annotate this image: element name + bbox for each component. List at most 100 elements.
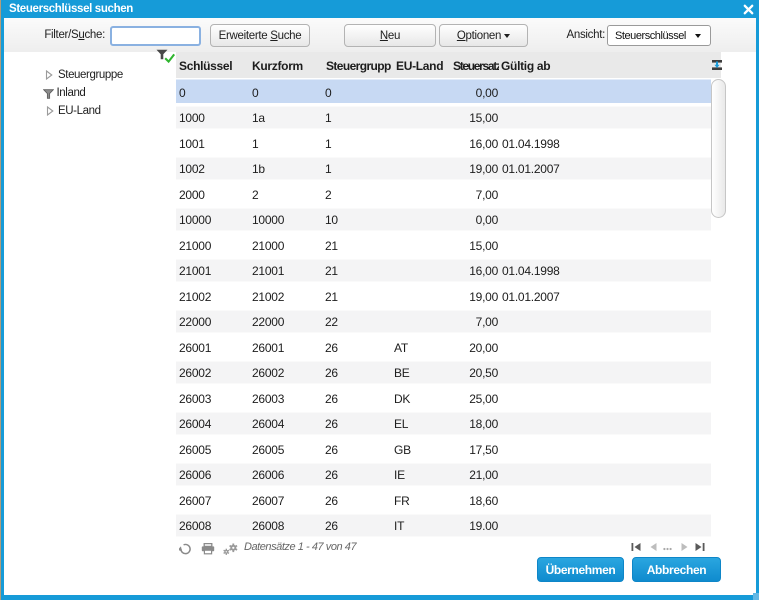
refresh-icon[interactable] bbox=[179, 543, 192, 555]
table-cell: 1 bbox=[325, 111, 332, 125]
table-row[interactable]: 26002 26002 26 BE 20,50 bbox=[176, 358, 711, 384]
table-cell: 22000 bbox=[179, 315, 212, 329]
table-cell: 0 bbox=[325, 85, 332, 100]
collapsed-triangle-icon[interactable] bbox=[45, 70, 53, 80]
titlebar: Steuerschlüssel suchen bbox=[1, 0, 759, 18]
table-row[interactable]: 26005 26005 26 GB 17,50 bbox=[176, 435, 711, 461]
column-header-eu-land[interactable]: EU-Land bbox=[396, 59, 448, 73]
table-cell: 19.00 bbox=[469, 519, 498, 533]
resize-grip[interactable] bbox=[752, 593, 759, 600]
column-header-steuersatz[interactable]: Steuersatz bbox=[453, 59, 499, 73]
table-cell: 26006 bbox=[179, 468, 212, 482]
cancel-button[interactable]: Abbrechen bbox=[632, 557, 721, 582]
table-row[interactable]: 26001 26001 26 AT 20,00 bbox=[176, 333, 711, 359]
table-cell: 2000 bbox=[179, 187, 205, 202]
table-cell: 10000 bbox=[179, 213, 212, 227]
filter-search-input[interactable] bbox=[110, 26, 201, 46]
view-select[interactable]: Steuerschlüssel bbox=[607, 25, 711, 46]
table-cell: 26002 bbox=[252, 366, 285, 380]
close-icon[interactable] bbox=[743, 4, 754, 15]
table-cell: 01.01.2007 bbox=[502, 162, 560, 176]
table-row[interactable]: 26008 26008 26 IT 19.00 bbox=[176, 511, 711, 537]
filter-funnel-icon bbox=[43, 88, 54, 99]
table-row[interactable]: 22000 22000 22 7,00 bbox=[176, 307, 711, 333]
pagination-prev-icon[interactable] bbox=[650, 543, 657, 551]
pagination-pages-dots[interactable] bbox=[663, 547, 672, 551]
table-cell: 26008 bbox=[252, 519, 285, 533]
table-cell: 21002 bbox=[179, 289, 212, 304]
table-cell: 1b bbox=[252, 162, 265, 176]
table-row[interactable]: 2000 2 2 7,00 bbox=[176, 180, 711, 206]
collapsed-triangle-icon[interactable] bbox=[46, 106, 54, 116]
table-cell: 1a bbox=[252, 111, 265, 125]
pagination-first-icon[interactable] bbox=[631, 543, 641, 551]
dialog-steuerschluessel-suchen: Steuerschlüssel suchen Filter/Suche: Erw… bbox=[1, 0, 759, 600]
table-cell: 26 bbox=[325, 366, 338, 380]
table-cell: 1 bbox=[252, 136, 259, 151]
table-cell: 7,00 bbox=[475, 187, 499, 202]
options-button[interactable]: Optionen bbox=[439, 24, 528, 47]
table-cell: FR bbox=[394, 493, 410, 508]
table-cell: 26 bbox=[325, 493, 338, 508]
table-cell: 26007 bbox=[179, 493, 212, 508]
table-row[interactable]: 26006 26006 26 IE 21,00 bbox=[176, 460, 711, 486]
table-cell: 15,00 bbox=[469, 238, 498, 253]
options-caret-icon bbox=[504, 33, 511, 38]
table-cell: 20,00 bbox=[469, 340, 498, 355]
table-row[interactable]: 1002 1b 1 19,00 01.01.2007 bbox=[176, 154, 711, 180]
table-row[interactable]: 21000 21000 21 15,00 bbox=[176, 231, 711, 257]
table-cell: 16,00 bbox=[469, 136, 498, 151]
column-header-gueltig-ab[interactable]: Gültig ab bbox=[501, 59, 561, 73]
settings-gears-icon[interactable] bbox=[223, 543, 239, 555]
dialog-title: Steuerschlüssel suchen bbox=[9, 2, 133, 15]
table-cell: 19,00 bbox=[469, 289, 498, 304]
table-cell: 01.04.1998 bbox=[502, 136, 560, 151]
vertical-scrollbar-thumb[interactable] bbox=[711, 79, 726, 218]
table-cell: 26001 bbox=[179, 340, 212, 355]
table-cell: EL bbox=[394, 417, 409, 431]
table-cell: 01.01.2007 bbox=[502, 289, 560, 304]
table-cell: 21001 bbox=[252, 264, 285, 278]
table-cell: IT bbox=[394, 519, 405, 533]
table-row[interactable]: 21002 21002 21 19,00 01.01.2007 bbox=[176, 282, 711, 308]
table-row[interactable]: 1001 1 1 16,00 01.04.1998 bbox=[176, 129, 711, 155]
table-cell: 2 bbox=[325, 187, 332, 202]
table-cell: 26003 bbox=[179, 391, 212, 406]
table-cell: 10000 bbox=[252, 213, 285, 227]
table-cell: 26 bbox=[325, 468, 338, 482]
table-cell: 26008 bbox=[179, 519, 212, 533]
table-cell: 26 bbox=[325, 442, 338, 457]
table-row[interactable]: 26004 26004 26 EL 18,00 bbox=[176, 409, 711, 435]
table-row[interactable]: 1000 1a 1 15,00 bbox=[176, 103, 711, 129]
table-cell: 10 bbox=[325, 213, 338, 227]
table-row[interactable]: 26003 26003 26 DK 25,00 bbox=[176, 384, 711, 410]
table-cell: 2 bbox=[252, 187, 259, 202]
table-row[interactable]: 26007 26007 26 FR 18,60 bbox=[176, 486, 711, 512]
table-cell: 26005 bbox=[252, 442, 285, 457]
view-label: Ansicht: bbox=[566, 29, 605, 41]
table-row[interactable]: 10000 10000 10 0,00 bbox=[176, 205, 711, 231]
pagination-next-icon[interactable] bbox=[681, 543, 688, 551]
view-select-caret-icon bbox=[695, 34, 701, 38]
table-cell: 26004 bbox=[179, 417, 212, 431]
filter-search-label: Filter/Suche: bbox=[44, 29, 105, 41]
table-row[interactable]: 0 0 0 0,00 bbox=[176, 78, 711, 104]
table-cell: 01.04.1998 bbox=[502, 264, 560, 278]
column-header-kurzform[interactable]: Kurzform bbox=[252, 59, 318, 73]
filter-active-icon bbox=[156, 49, 176, 64]
print-icon[interactable] bbox=[201, 543, 215, 555]
advanced-search-button[interactable]: Erweiterte Suche bbox=[210, 24, 310, 47]
table-cell: 17,50 bbox=[469, 442, 498, 457]
table-row[interactable]: 21001 21001 21 16,00 01.04.1998 bbox=[176, 256, 711, 282]
table-cell: 22000 bbox=[252, 315, 285, 329]
new-button[interactable]: Neu bbox=[344, 24, 436, 47]
column-config-icon[interactable] bbox=[712, 60, 722, 70]
apply-button[interactable]: Übernehmen bbox=[537, 557, 624, 582]
pagination-last-icon[interactable] bbox=[695, 543, 705, 551]
table-header: Schlüssel Kurzform Steuergruppe EU-Land … bbox=[176, 52, 722, 78]
column-header-steuergruppe[interactable]: Steuergruppe bbox=[326, 59, 391, 73]
column-header-schluessel[interactable]: Schlüssel bbox=[179, 59, 249, 73]
table-cell: 26002 bbox=[179, 366, 212, 380]
tree-item-label: Steuergruppe bbox=[58, 69, 123, 81]
table-cell: 1 bbox=[325, 136, 332, 151]
